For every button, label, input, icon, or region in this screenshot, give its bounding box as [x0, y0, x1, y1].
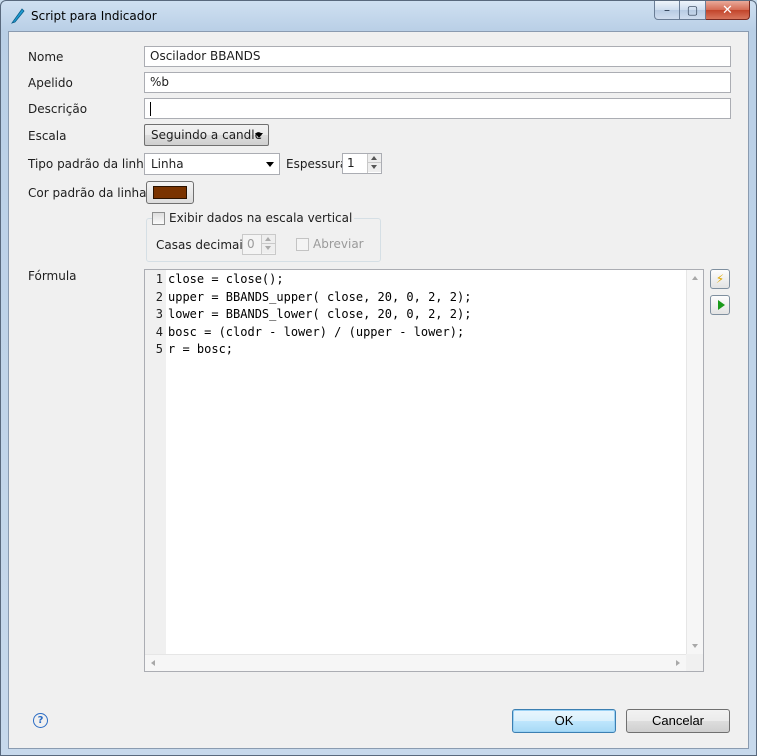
minimize-icon: –	[664, 3, 670, 17]
close-button[interactable]: ✕	[706, 1, 750, 20]
ok-button[interactable]: OK	[512, 709, 616, 733]
spinner-buttons	[261, 235, 275, 254]
maximize-icon: ▢	[686, 3, 699, 17]
spin-down-icon[interactable]	[262, 244, 275, 253]
escala-select[interactable]: Seguindo a candle	[144, 124, 269, 146]
tipo-select[interactable]: Linha	[144, 153, 280, 175]
dialog-window: Script para Indicador – ▢ ✕ Nome Oscilad…	[0, 0, 757, 756]
color-swatch	[153, 186, 187, 199]
espessura-label: Espessura	[286, 157, 348, 171]
code-area[interactable]: close = close(); upper = BBANDS_upper( cl…	[168, 270, 686, 654]
line-number: 2	[155, 289, 163, 304]
line-number: 1	[155, 272, 163, 286]
formula-editor[interactable]: 1 2 3 4 5 close = close(); upper = BBANDS_upp…	[144, 269, 704, 672]
horizontal-scrollbar[interactable]	[145, 654, 686, 671]
nome-label: Nome	[28, 50, 64, 64]
title-bar[interactable]: Script para Indicador – ▢ ✕	[1, 1, 756, 31]
code-line: upper = BBANDS_upper( close, 20, 0, 2, 2…	[168, 289, 472, 304]
line-number: 5	[155, 342, 163, 356]
quill-icon	[10, 8, 25, 24]
window-title: Script para Indicador	[31, 9, 157, 23]
text-caret	[150, 102, 151, 116]
help-glyph: ?	[37, 715, 44, 726]
scroll-left-icon[interactable]	[151, 660, 155, 666]
apelido-label: Apelido	[28, 76, 73, 90]
escala-label: Escala	[28, 129, 67, 143]
espessura-spinner[interactable]: 1	[342, 153, 382, 174]
apelido-value: %b	[150, 75, 170, 89]
line-number: 3	[155, 307, 163, 321]
spin-up-icon[interactable]	[262, 235, 275, 244]
casas-value: 0	[247, 237, 255, 251]
chevron-down-icon	[255, 133, 263, 138]
nome-value: Oscilador BBANDS	[150, 49, 261, 63]
escala-value: Seguindo a candle	[151, 128, 262, 142]
spin-down-icon[interactable]	[368, 163, 381, 172]
dialog-body: Nome Oscilador BBANDS Apelido %b Descriç…	[8, 31, 749, 749]
code-line: r = bosc;	[168, 342, 234, 356]
nome-input[interactable]: Oscilador BBANDS	[144, 46, 731, 67]
exibir-checkbox-row[interactable]: Exibir dados na escala vertical	[152, 211, 355, 225]
code-line: bosc = (clodr - lower) / (upper - lower)…	[168, 324, 465, 339]
exibir-checkbox[interactable]	[152, 211, 165, 225]
espessura-value: 1	[347, 156, 355, 170]
run-button[interactable]	[710, 295, 730, 315]
caption-buttons: – ▢ ✕	[654, 1, 750, 20]
tipo-label: Tipo padrão da linha	[28, 157, 152, 171]
casas-label: Casas decimais	[156, 238, 249, 252]
lightning-icon: ⚡	[715, 272, 725, 286]
descricao-input[interactable]	[144, 98, 731, 119]
casas-spinner[interactable]: 0	[242, 234, 276, 255]
cancel-button[interactable]: Cancelar	[626, 709, 730, 733]
descricao-label: Descrição	[28, 102, 88, 116]
exibir-label: Exibir dados na escala vertical	[169, 211, 353, 225]
scroll-right-icon[interactable]	[676, 660, 680, 666]
help-icon[interactable]: ?	[33, 713, 48, 728]
chevron-down-icon	[266, 162, 274, 167]
scroll-up-icon[interactable]	[692, 276, 698, 280]
close-icon: ✕	[722, 2, 733, 18]
scroll-down-icon[interactable]	[692, 644, 698, 648]
tipo-value: Linha	[151, 157, 184, 171]
spinner-buttons	[367, 154, 381, 173]
color-picker-button[interactable]	[146, 181, 194, 204]
abreviar-checkbox[interactable]	[296, 237, 309, 251]
code-line: lower = BBANDS_lower( close, 20, 0, 2, 2…	[168, 307, 472, 321]
cor-label: Cor padrão da linha	[28, 186, 147, 200]
abreviar-checkbox-row[interactable]: Abreviar	[296, 237, 366, 251]
abreviar-label: Abreviar	[313, 237, 364, 251]
formula-label: Fórmula	[28, 269, 77, 283]
maximize-button[interactable]: ▢	[680, 1, 706, 20]
apelido-input[interactable]: %b	[144, 72, 731, 93]
line-number-gutter: 1 2 3 4 5	[145, 270, 166, 654]
lightning-button[interactable]: ⚡	[710, 269, 730, 289]
code-line: close = close();	[168, 272, 284, 286]
spin-up-icon[interactable]	[368, 154, 381, 163]
minimize-button[interactable]: –	[654, 1, 680, 20]
play-icon	[717, 300, 725, 310]
scrollbar-corner	[686, 654, 703, 671]
line-number: 4	[155, 324, 163, 339]
vertical-scrollbar[interactable]	[686, 270, 703, 654]
